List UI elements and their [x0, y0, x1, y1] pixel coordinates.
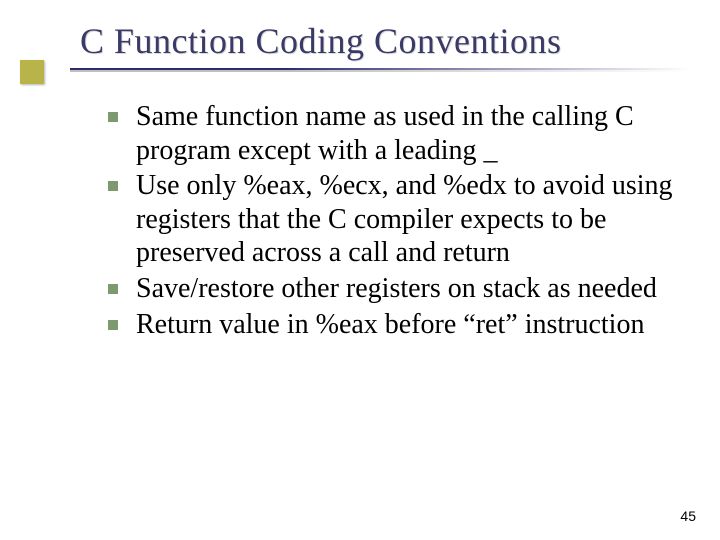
square-bullet-icon	[108, 320, 118, 330]
bullet-list: Same function name as used in the callin…	[108, 100, 698, 343]
slide: C Function Coding Conventions Same funct…	[0, 0, 720, 540]
title-underline	[70, 68, 690, 72]
list-item: Return value in %eax before “ret” instru…	[108, 308, 698, 342]
page-number: 45	[680, 508, 696, 524]
list-item: Same function name as used in the callin…	[108, 100, 698, 167]
list-item: Use only %eax, %ecx, and %edx to avoid u…	[108, 169, 698, 270]
title-accent-square	[20, 60, 44, 84]
bullet-text: Return value in %eax before “ret” instru…	[136, 308, 698, 342]
square-bullet-icon	[108, 284, 118, 294]
square-bullet-icon	[108, 181, 118, 191]
bullet-text: Save/restore other registers on stack as…	[136, 272, 698, 306]
square-bullet-icon	[108, 112, 118, 122]
list-item: Save/restore other registers on stack as…	[108, 272, 698, 306]
bullet-text: Same function name as used in the callin…	[136, 100, 698, 167]
underline-shadow	[70, 70, 690, 72]
title-container: C Function Coding Conventions	[80, 22, 690, 62]
bullet-text: Use only %eax, %ecx, and %edx to avoid u…	[136, 169, 698, 270]
slide-title: C Function Coding Conventions	[80, 22, 690, 62]
